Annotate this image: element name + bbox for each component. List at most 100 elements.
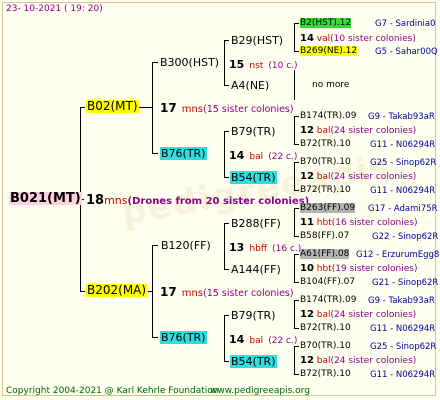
gen3-queen-4[interactable]: B288(FF) xyxy=(230,217,282,230)
gen3-queen-5[interactable]: A144(FF) xyxy=(230,263,282,276)
gen4-info: G5 - Sahar00Q xyxy=(375,47,438,57)
connector xyxy=(294,162,295,191)
gen4-queen[interactable]: B72(TR).10 xyxy=(300,369,351,379)
gen1-note: (15 sister colonies) xyxy=(203,104,294,115)
gen4-queen[interactable]: B70(TR).10 xyxy=(300,341,351,351)
gen1-drones-0: 17 mns(15 sister colonies) xyxy=(160,100,294,116)
gen2-drones-0: 15 nst (10 c.) xyxy=(229,56,298,73)
gen2-drones-2: 13 hbff (16 c.) xyxy=(229,239,301,256)
gen3-queen-7[interactable]: B54(TR) xyxy=(230,355,277,368)
gen4-row-7: B70(TR).10 xyxy=(300,156,351,169)
gen4-note: (24 sister colonies) xyxy=(330,172,417,182)
gen4-info: G21 - Sinop62R xyxy=(372,278,439,288)
connector xyxy=(294,328,299,329)
gen4-info: G25 - Sinop62R xyxy=(370,342,437,352)
connector xyxy=(294,208,299,209)
gen4-row-17: 12 bal(24 sister colonies) xyxy=(300,308,416,322)
gen4-mark: bal xyxy=(316,172,331,182)
connector xyxy=(224,315,229,316)
gen1-drones-1: 17 mns(15 sister colonies) xyxy=(160,284,294,300)
gen4-queen[interactable]: B174(TR).09 xyxy=(300,295,356,305)
gen4-queen[interactable]: B174(TR).09 xyxy=(300,111,356,121)
connector xyxy=(294,236,299,237)
connector xyxy=(80,107,85,108)
connector xyxy=(294,254,295,283)
gen4-queen[interactable]: A61(FF).08 xyxy=(300,249,350,259)
connector xyxy=(224,223,229,224)
connector xyxy=(138,107,152,108)
gen4-queen[interactable]: B58(FF).07 xyxy=(300,231,349,241)
gen4-mark: bal xyxy=(316,356,331,366)
gen2-note: (22 c.) xyxy=(268,152,298,162)
gen4-info: G12 - ErzurumEgg8 xyxy=(356,250,440,260)
gen4-queen[interactable]: B263(FF).09 xyxy=(300,203,356,213)
gen4-row-1: 14 val(10 sister colonies) xyxy=(300,32,416,46)
footer-copyright: Copyright 2004-2021 @ Karl Kehrle Founda… xyxy=(6,386,219,396)
gen1-sister-count: 17 xyxy=(160,285,177,299)
gen4-queen[interactable]: B72(TR).10 xyxy=(300,139,351,149)
gen1-sister-count: 17 xyxy=(160,101,177,115)
gen4-row-4: B174(TR).09 xyxy=(300,110,356,123)
connector xyxy=(152,62,153,154)
connector xyxy=(294,300,299,301)
gen4-row-18: B72(TR).10 xyxy=(300,322,351,335)
root-sister-count: 18 xyxy=(86,193,105,208)
connector xyxy=(294,208,295,237)
gen3-queen-6[interactable]: B79(TR) xyxy=(230,309,277,322)
gen1-queen-1[interactable]: B202(MA) xyxy=(86,284,148,297)
connector xyxy=(224,177,229,178)
gen4-sister-count: 12 xyxy=(300,125,314,136)
gen4-sister-count: 10 xyxy=(300,263,314,274)
connector xyxy=(224,40,229,41)
root-mark: mns xyxy=(104,194,128,207)
gen3-queen-2[interactable]: B79(TR) xyxy=(230,125,277,138)
gen2-note: (16 c.) xyxy=(272,244,302,254)
connector xyxy=(294,346,295,375)
gen4-row-10: B263(FF).09 xyxy=(300,202,356,215)
gen2-sister-count: 13 xyxy=(229,241,245,254)
gen4-info: G11 - N06294R xyxy=(370,324,436,334)
gen4-info: G11 - N06294R xyxy=(370,186,436,196)
gen2-queen-2[interactable]: B120(FF) xyxy=(160,239,212,252)
gen2-mark: bal xyxy=(249,336,264,346)
root-note: (Drones from 20 sister colonies) xyxy=(127,196,310,207)
gen4-no-more: no more xyxy=(312,80,350,90)
gen2-sister-count: 14 xyxy=(229,333,245,346)
gen4-queen[interactable]: B269(NE).12 xyxy=(300,46,358,56)
gen2-queen-1[interactable]: B76(TR) xyxy=(160,147,207,160)
gen4-sister-count: 12 xyxy=(300,171,314,182)
gen4-info: G9 - Takab93aR xyxy=(368,296,435,306)
connector xyxy=(224,315,225,362)
gen4-row-8: 12 bal(24 sister colonies) xyxy=(300,170,416,184)
connector xyxy=(294,282,299,283)
gen4-info: G7 - Sardinia0 xyxy=(375,19,436,29)
gen4-queen[interactable]: B104(FF).07 xyxy=(300,277,355,287)
gen4-note: (24 sister colonies) xyxy=(330,356,417,366)
gen2-sister-count: 14 xyxy=(229,149,245,162)
gen3-queen-1[interactable]: A4(NE) xyxy=(230,79,270,92)
connector xyxy=(294,51,299,52)
gen2-sister-count: 15 xyxy=(229,58,245,71)
connector xyxy=(224,269,229,270)
gen4-mark: bal xyxy=(316,310,331,320)
gen4-queen[interactable]: B70(TR).10 xyxy=(300,157,351,167)
footer-site-link[interactable]: www.pedigreeapis.org xyxy=(210,385,310,398)
connector xyxy=(152,245,153,338)
gen3-queen-3[interactable]: B54(TR) xyxy=(230,171,277,184)
gen2-queen-3[interactable]: B76(TR) xyxy=(160,331,207,344)
gen4-row-14: 10 hbt(19 sister colonies) xyxy=(300,262,417,276)
connector xyxy=(224,131,225,178)
connector xyxy=(294,116,295,145)
gen2-queen-0[interactable]: B300(HST) xyxy=(159,56,220,69)
gen1-queen-0[interactable]: B02(MT) xyxy=(86,100,139,113)
gen3-queen-0[interactable]: B29(HST) xyxy=(230,34,284,47)
root-queen[interactable]: B021(MT) xyxy=(9,192,82,205)
gen1-note: (15 sister colonies) xyxy=(203,288,294,299)
gen4-queen[interactable]: B72(TR).10 xyxy=(300,185,351,195)
gen4-row-15: B104(FF).07 xyxy=(300,276,355,289)
gen4-queen[interactable]: B2(HST).12 xyxy=(300,18,352,28)
root-drones-info: 18mns(Drones from 20 sister colonies) xyxy=(86,192,309,208)
gen4-queen[interactable]: B72(TR).10 xyxy=(300,323,351,333)
gen4-row-19: B70(TR).10 xyxy=(300,340,351,353)
gen4-note: (24 sister colonies) xyxy=(330,310,417,320)
